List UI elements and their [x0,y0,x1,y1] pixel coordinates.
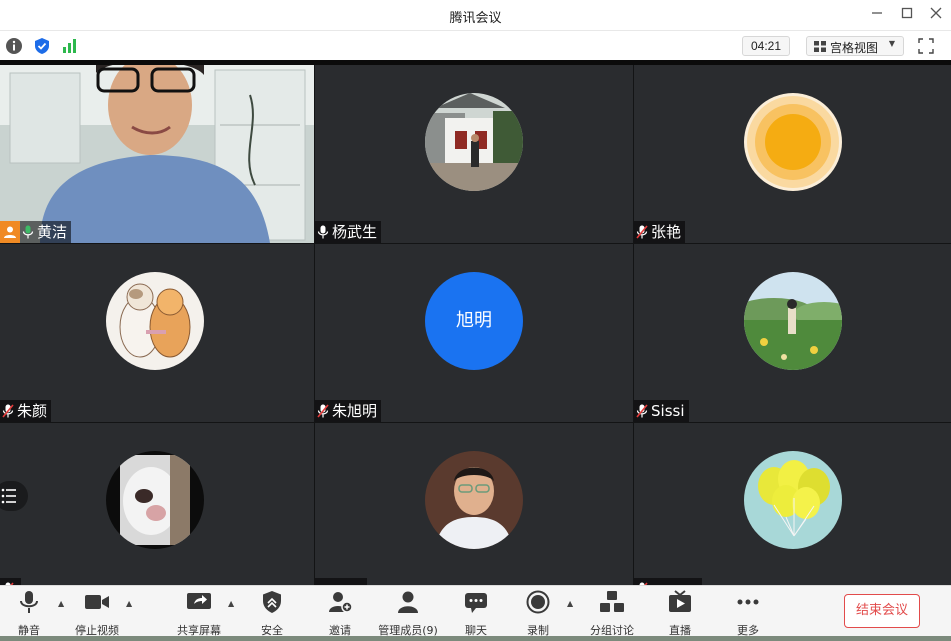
mic-muted-icon [317,404,329,418]
more-button[interactable]: 更多 [730,590,766,638]
participant-avatar [425,451,523,549]
participant-name: Sissi [651,402,685,420]
participant-name-tag: 朱旭明 [315,400,382,422]
participant-list-toggle[interactable] [0,481,28,511]
breakout-icon [600,591,624,612]
maximize-icon [901,7,913,19]
record-icon [526,590,550,614]
record-button[interactable]: 录制 [520,590,556,638]
chat-icon [465,593,487,613]
end-meeting-button[interactable]: 结束会议 [844,594,920,628]
photo-dog [106,451,204,549]
chevron-up-icon[interactable]: ▲ [58,599,68,609]
participant-avatar [744,451,842,549]
mic-on-icon [317,225,329,239]
video-tile[interactable]: Sissi [634,244,951,422]
mic-muted-icon [2,404,14,418]
video-tile[interactable]: 张艳 [634,65,951,243]
video-tile[interactable] [634,423,951,585]
participant-name-tag: 黄洁 [0,221,72,243]
video-grid: 黄洁 杨武生 张艳 朱颜 旭明 朱旭明 Sissi [0,65,951,600]
chevron-up-icon[interactable]: ▲ [228,599,238,609]
video-tile[interactable] [315,423,633,585]
meeting-info-bar: 04:21 宫格视图 ▼ [0,30,951,60]
photo-man [425,451,523,549]
video-tile[interactable]: 朱颜 [0,244,314,422]
participant-name-tag: 杨武生 [315,221,382,243]
participant-name: 朱颜 [17,402,48,420]
photo-balloons [744,451,842,549]
mic-on-icon [22,225,34,239]
mic-muted-icon [636,225,648,239]
meeting-timer: 04:21 [742,36,790,56]
grid-view-icon [814,41,826,52]
more-icon [737,599,759,605]
video-camera-icon [85,595,109,609]
participant-avatar [744,93,842,191]
list-icon [1,488,16,504]
shield-icon[interactable] [33,37,51,55]
signal-bars-icon[interactable] [61,37,79,55]
video-tile[interactable]: 旭明 朱旭明 [315,244,633,422]
participant-name-tag: 朱颜 [0,400,52,422]
mic-muted-icon [636,404,648,418]
members-icon [398,591,418,613]
share-screen-icon [187,593,211,609]
add-user-icon [329,592,353,613]
chevron-down-icon: ▼ [888,39,895,48]
maximize-button[interactable] [896,5,918,25]
live-stream-icon [669,590,691,612]
participant-name: 朱旭明 [332,402,378,420]
close-icon [930,7,942,19]
participant-avatar [106,451,204,549]
info-icon[interactable] [5,37,23,55]
meeting-toolbar: 静音 ▲ 停止视频 ▲ 共享屏幕 ▲ 安全 邀请 管理成员(9) 聊天 录制 ▲… [0,585,951,641]
user-icon [4,226,16,238]
video-tile[interactable]: 杨武生 [315,65,633,243]
photo-landscape [744,272,842,370]
close-button[interactable] [925,5,947,25]
participant-avatar [744,272,842,370]
video-tile[interactable] [0,423,314,585]
chat-button[interactable]: 聊天 [458,590,494,638]
desktop-background-strip [0,636,951,641]
view-mode-label: 宫格视图 [830,41,879,55]
minimize-icon [872,12,882,14]
chevron-up-icon[interactable]: ▲ [126,599,136,609]
photo-cats [106,272,204,370]
photo-street [425,93,523,191]
shield-icon [263,591,281,613]
manage-members-button[interactable]: 管理成员(9) [376,590,440,638]
participant-name: 张艳 [651,223,682,241]
photo-sun [744,93,842,191]
host-badge [0,221,20,243]
window-title: 腾讯会议 [449,11,502,26]
minimize-button[interactable] [866,5,888,25]
participant-avatar: 旭明 [425,272,523,370]
participant-name: 杨武生 [332,223,378,241]
title-bar: 腾讯会议 [0,0,951,30]
video-tile[interactable]: 黄洁 [0,65,314,243]
mute-button[interactable]: 静音 [10,590,48,638]
participant-name: 黄洁 [37,223,68,241]
breakout-rooms-button[interactable]: 分组讨论 [588,590,636,638]
participant-avatar [106,272,204,370]
microphone-icon [20,591,38,613]
invite-button[interactable]: 邀请 [322,590,358,638]
participant-name-tag: 张艳 [634,221,686,243]
share-screen-button[interactable]: 共享屏幕 [174,590,224,638]
security-button[interactable]: 安全 [254,590,290,638]
participant-avatar [425,93,523,191]
live-stream-button[interactable]: 直播 [662,590,698,638]
view-mode-dropdown[interactable]: 宫格视图 ▼ [806,36,904,56]
fullscreen-icon[interactable] [918,38,934,54]
participant-name-tag: Sissi [634,400,689,422]
camera-video [0,65,314,243]
chevron-up-icon[interactable]: ▲ [567,599,577,609]
stop-video-button[interactable]: 停止视频 [72,590,122,638]
